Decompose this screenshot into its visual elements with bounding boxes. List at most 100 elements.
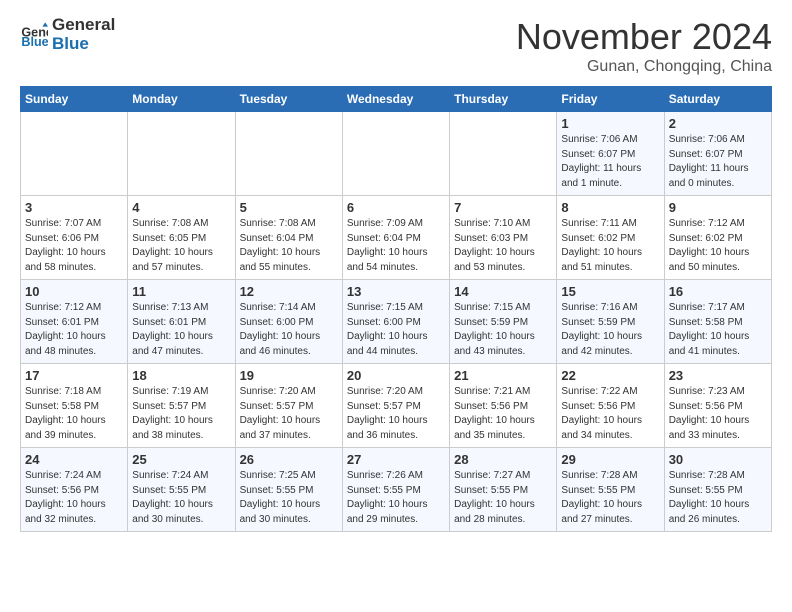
- day-info: Sunrise: 7:24 AMSunset: 5:55 PMDaylight:…: [132, 469, 230, 527]
- logo-icon: General Blue: [20, 21, 48, 49]
- calendar-week-row: 10Sunrise: 7:12 AMSunset: 6:01 PMDayligh…: [21, 280, 772, 364]
- location: Gunan, Chongqing, China: [516, 58, 772, 76]
- calendar-cell: 17 Sunrise: 7:18 AMSunset: 5:58 PMDayligh…: [21, 364, 128, 448]
- day-info: Sunrise: 7:20 AMSunset: 5:57 PMDaylight:…: [240, 385, 338, 443]
- day-number: 30: [669, 452, 767, 467]
- day-number: 4: [132, 200, 230, 215]
- calendar-cell: 26 Sunrise: 7:25 AMSunset: 5:55 PMDayligh…: [235, 448, 342, 532]
- day-number: 22: [561, 368, 659, 383]
- day-info: Sunrise: 7:22 AMSunset: 5:56 PMDaylight:…: [561, 385, 659, 443]
- calendar-table: SundayMondayTuesdayWednesdayThursdayFrid…: [20, 86, 772, 532]
- day-info: Sunrise: 7:27 AMSunset: 5:55 PMDaylight:…: [454, 469, 552, 527]
- calendar-cell: 25Sunrise: 7:24 AMSunset: 5:55 PMDayligh…: [128, 448, 235, 532]
- day-info: Sunrise: 7:12 AMSunset: 6:02 PMDaylight:…: [669, 217, 767, 275]
- month-title: November 2024: [516, 16, 772, 58]
- day-number: 17: [25, 368, 123, 383]
- day-number: 13: [347, 284, 445, 299]
- day-info: Sunrise: 7:09 AMSunset: 6:04 PMDaylight:…: [347, 217, 445, 275]
- calendar-cell: 18Sunrise: 7:19 AMSunset: 5:57 PMDayligh…: [128, 364, 235, 448]
- calendar-cell: 6 Sunrise: 7:09 AMSunset: 6:04 PMDaylight…: [342, 196, 449, 280]
- day-info: Sunrise: 7:16 AMSunset: 5:59 PMDaylight:…: [561, 301, 659, 359]
- day-number: 7: [454, 200, 552, 215]
- calendar-cell: 9Sunrise: 7:12 AMSunset: 6:02 PMDaylight…: [664, 196, 771, 280]
- day-number: 20: [347, 368, 445, 383]
- calendar-week-row: 24 Sunrise: 7:24 AMSunset: 5:56 PMDayligh…: [21, 448, 772, 532]
- calendar-cell: 13Sunrise: 7:15 AMSunset: 6:00 PMDayligh…: [342, 280, 449, 364]
- day-info: Sunrise: 7:23 AMSunset: 5:56 PMDaylight:…: [669, 385, 767, 443]
- day-number: 3: [25, 200, 123, 215]
- calendar-cell: 4Sunrise: 7:08 AMSunset: 6:05 PMDaylight…: [128, 196, 235, 280]
- day-info: Sunrise: 7:13 AMSunset: 6:01 PMDaylight:…: [132, 301, 230, 359]
- weekday-header-cell: Friday: [557, 87, 664, 112]
- calendar-cell: 10Sunrise: 7:12 AMSunset: 6:01 PMDayligh…: [21, 280, 128, 364]
- calendar-cell: 2 Sunrise: 7:06 AMSunset: 6:07 PMDaylight…: [664, 112, 771, 196]
- title-block: November 2024 Gunan, Chongqing, China: [516, 16, 772, 76]
- calendar-cell: [450, 112, 557, 196]
- day-number: 11: [132, 284, 230, 299]
- calendar-cell: 20 Sunrise: 7:20 AMSunset: 5:57 PMDayligh…: [342, 364, 449, 448]
- day-number: 2: [669, 116, 767, 131]
- calendar-cell: 27 Sunrise: 7:26 AMSunset: 5:55 PMDayligh…: [342, 448, 449, 532]
- calendar-week-row: 3 Sunrise: 7:07 AMSunset: 6:06 PMDaylight…: [21, 196, 772, 280]
- calendar-cell: [342, 112, 449, 196]
- calendar-cell: [235, 112, 342, 196]
- calendar-cell: 1 Sunrise: 7:06 AMSunset: 6:07 PMDaylight…: [557, 112, 664, 196]
- day-info: Sunrise: 7:26 AMSunset: 5:55 PMDaylight:…: [347, 469, 445, 527]
- day-info: Sunrise: 7:06 AMSunset: 6:07 PMDaylight:…: [669, 133, 767, 191]
- day-info: Sunrise: 7:15 AMSunset: 5:59 PMDaylight:…: [454, 301, 552, 359]
- day-info: Sunrise: 7:10 AMSunset: 6:03 PMDaylight:…: [454, 217, 552, 275]
- calendar-cell: 22 Sunrise: 7:22 AMSunset: 5:56 PMDayligh…: [557, 364, 664, 448]
- svg-text:Blue: Blue: [21, 35, 48, 49]
- weekday-header-cell: Tuesday: [235, 87, 342, 112]
- day-number: 6: [347, 200, 445, 215]
- calendar-cell: 3 Sunrise: 7:07 AMSunset: 6:06 PMDaylight…: [21, 196, 128, 280]
- calendar-cell: 5Sunrise: 7:08 AMSunset: 6:04 PMDaylight…: [235, 196, 342, 280]
- weekday-header-cell: Wednesday: [342, 87, 449, 112]
- day-info: Sunrise: 7:12 AMSunset: 6:01 PMDaylight:…: [25, 301, 123, 359]
- day-info: Sunrise: 7:19 AMSunset: 5:57 PMDaylight:…: [132, 385, 230, 443]
- day-info: Sunrise: 7:21 AMSunset: 5:56 PMDaylight:…: [454, 385, 552, 443]
- day-info: Sunrise: 7:20 AMSunset: 5:57 PMDaylight:…: [347, 385, 445, 443]
- calendar-cell: 16 Sunrise: 7:17 AMSunset: 5:58 PMDayligh…: [664, 280, 771, 364]
- day-info: Sunrise: 7:28 AMSunset: 5:55 PMDaylight:…: [669, 469, 767, 527]
- day-number: 26: [240, 452, 338, 467]
- weekday-header-cell: Saturday: [664, 87, 771, 112]
- day-info: Sunrise: 7:18 AMSunset: 5:58 PMDaylight:…: [25, 385, 123, 443]
- calendar-cell: 14Sunrise: 7:15 AMSunset: 5:59 PMDayligh…: [450, 280, 557, 364]
- day-number: 24: [25, 452, 123, 467]
- day-number: 19: [240, 368, 338, 383]
- calendar-cell: 30 Sunrise: 7:28 AMSunset: 5:55 PMDayligh…: [664, 448, 771, 532]
- day-number: 16: [669, 284, 767, 299]
- day-info: Sunrise: 7:08 AMSunset: 6:04 PMDaylight:…: [240, 217, 338, 275]
- day-number: 28: [454, 452, 552, 467]
- day-info: Sunrise: 7:28 AMSunset: 5:55 PMDaylight:…: [561, 469, 659, 527]
- calendar-week-row: 1 Sunrise: 7:06 AMSunset: 6:07 PMDaylight…: [21, 112, 772, 196]
- day-info: Sunrise: 7:17 AMSunset: 5:58 PMDaylight:…: [669, 301, 767, 359]
- calendar-body: 1 Sunrise: 7:06 AMSunset: 6:07 PMDaylight…: [21, 112, 772, 532]
- weekday-header-cell: Sunday: [21, 87, 128, 112]
- weekday-header-cell: Thursday: [450, 87, 557, 112]
- calendar-cell: [128, 112, 235, 196]
- day-number: 12: [240, 284, 338, 299]
- day-number: 27: [347, 452, 445, 467]
- day-number: 1: [561, 116, 659, 131]
- calendar-cell: 7 Sunrise: 7:10 AMSunset: 6:03 PMDaylight…: [450, 196, 557, 280]
- calendar-cell: 19 Sunrise: 7:20 AMSunset: 5:57 PMDayligh…: [235, 364, 342, 448]
- day-info: Sunrise: 7:06 AMSunset: 6:07 PMDaylight:…: [561, 133, 659, 191]
- day-number: 15: [561, 284, 659, 299]
- calendar-week-row: 17 Sunrise: 7:18 AMSunset: 5:58 PMDayligh…: [21, 364, 772, 448]
- logo-line2: Blue: [52, 35, 115, 54]
- day-info: Sunrise: 7:11 AMSunset: 6:02 PMDaylight:…: [561, 217, 659, 275]
- day-info: Sunrise: 7:25 AMSunset: 5:55 PMDaylight:…: [240, 469, 338, 527]
- calendar-cell: 23 Sunrise: 7:23 AMSunset: 5:56 PMDayligh…: [664, 364, 771, 448]
- logo-line1: General: [52, 16, 115, 35]
- calendar-cell: 8Sunrise: 7:11 AMSunset: 6:02 PMDaylight…: [557, 196, 664, 280]
- calendar-cell: 15 Sunrise: 7:16 AMSunset: 5:59 PMDayligh…: [557, 280, 664, 364]
- calendar-cell: 29 Sunrise: 7:28 AMSunset: 5:55 PMDayligh…: [557, 448, 664, 532]
- day-info: Sunrise: 7:24 AMSunset: 5:56 PMDaylight:…: [25, 469, 123, 527]
- day-info: Sunrise: 7:07 AMSunset: 6:06 PMDaylight:…: [25, 217, 123, 275]
- day-number: 29: [561, 452, 659, 467]
- day-number: 23: [669, 368, 767, 383]
- calendar-cell: 21Sunrise: 7:21 AMSunset: 5:56 PMDayligh…: [450, 364, 557, 448]
- weekday-header-cell: Monday: [128, 87, 235, 112]
